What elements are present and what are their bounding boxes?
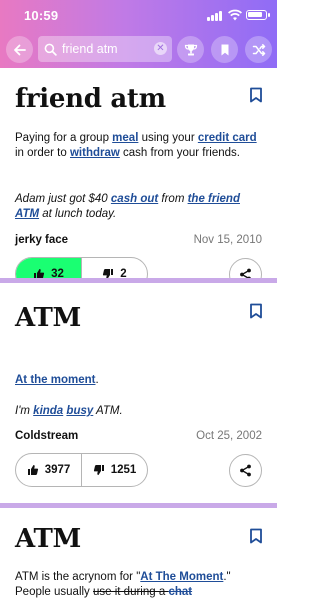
text-segment: . (95, 374, 99, 386)
term-link[interactable]: At The Moment (140, 571, 223, 583)
status-time: 10:59 (24, 8, 59, 23)
definition-date: Oct 25, 2002 (196, 430, 262, 442)
term-link[interactable]: cash out (111, 193, 158, 205)
text-segment: using your (138, 132, 198, 144)
vote-buttons: 3977 1251 (15, 453, 148, 487)
wifi-icon (228, 9, 242, 21)
back-button[interactable] (6, 36, 33, 63)
definition-author[interactable]: Coldstream (15, 430, 78, 442)
definition-example: Adam just got $40 cash out from the frie… (15, 192, 260, 222)
downvote-count: 1251 (110, 464, 137, 476)
text-segment: Adam just got $40 (15, 193, 111, 205)
text-segment: ATM. (93, 405, 123, 417)
cellular-signal-icon (207, 11, 223, 21)
definition-date: Nov 15, 2010 (193, 234, 262, 246)
definition-word: ATM (15, 303, 81, 333)
saved-button[interactable] (211, 36, 238, 63)
definition-meaning: ATM is the acrynom for "At The Moment." … (15, 570, 260, 600)
text-segment: I'm (15, 405, 34, 417)
term-link[interactable]: chat (168, 586, 192, 598)
definition-card: ATM ATM is the acrynom for "At The Momen… (0, 508, 277, 600)
bookmark-icon (221, 44, 228, 55)
trophy-icon (184, 44, 197, 55)
text-segment: Paying for a group (15, 132, 113, 144)
battery-icon (246, 10, 270, 20)
thumbs-down-icon (93, 465, 104, 475)
back-arrow-icon (13, 44, 26, 55)
term-link[interactable]: credit card (198, 132, 257, 144)
text-segment: in order to (15, 147, 70, 159)
text-segment: use it during a (93, 586, 169, 598)
bookmark-icon[interactable] (249, 528, 263, 544)
definition-card: ATM At the moment. I'm kinda busy ATM. C… (0, 283, 277, 503)
share-icon (240, 464, 251, 477)
clear-icon[interactable]: ✕ (154, 42, 167, 55)
upvote-button[interactable]: 3977 (16, 454, 82, 486)
downvote-button[interactable]: 1251 (82, 454, 147, 486)
definition-author[interactable]: jerky face (15, 234, 68, 246)
definition-card: friend atm Paying for a group meal using… (0, 68, 277, 291)
share-button[interactable] (229, 454, 262, 487)
definition-meaning: At the moment. (15, 373, 260, 388)
status-bar: 10:59 (0, 0, 277, 30)
text-segment: from (158, 193, 188, 205)
term-link[interactable]: withdraw (70, 147, 120, 159)
random-button[interactable] (245, 36, 272, 63)
term-link[interactable]: kinda (33, 405, 63, 417)
search-icon (44, 43, 57, 56)
upvote-count: 3977 (44, 464, 71, 476)
term-link[interactable]: At the moment (15, 374, 96, 386)
term-link[interactable]: meal (112, 132, 138, 144)
definition-word: friend atm (15, 84, 166, 114)
definition-meaning: Paying for a group meal using your credi… (15, 131, 260, 161)
definition-example: I'm kinda busy ATM. (15, 404, 260, 419)
trophy-button[interactable] (177, 36, 204, 63)
text-segment: ATM is the acrynom for " (15, 571, 141, 583)
text-segment: at lunch today. (39, 208, 117, 220)
app-header: 10:59 ✕ (0, 0, 277, 68)
thumbs-up-icon (27, 465, 38, 475)
bookmark-icon[interactable] (249, 87, 263, 103)
bookmark-icon[interactable] (249, 303, 263, 319)
definition-word: ATM (15, 524, 81, 554)
search-input[interactable] (62, 42, 150, 56)
shuffle-icon (252, 43, 265, 56)
term-link[interactable]: busy (66, 405, 93, 417)
text-segment: cash from your friends. (119, 147, 240, 159)
search-bar[interactable]: ✕ (38, 36, 172, 62)
